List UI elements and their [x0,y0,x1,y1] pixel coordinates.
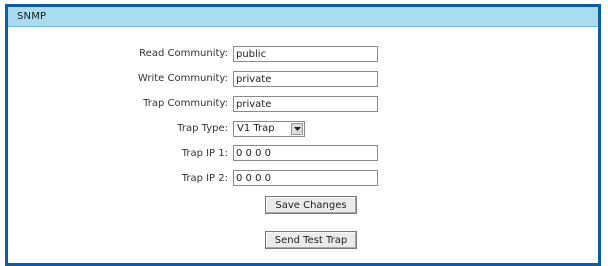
trap-community-input[interactable] [233,96,378,112]
write-community-input[interactable] [233,71,378,87]
panel-title: SNMP [8,7,598,27]
trap-community-label: Trap Community: [143,98,228,109]
save-changes-button[interactable]: Save Changes [265,196,357,214]
send-test-trap-button[interactable]: Send Test Trap [265,231,357,249]
trap-type-label: Trap Type: [177,123,228,134]
snmp-panel: SNMP Read Community: Write Community: Tr… [5,4,601,266]
trap-ip-2-label: Trap IP 2: [181,173,228,184]
write-community-label: Write Community: [137,73,228,84]
trap-ip-1-label: Trap IP 1: [181,148,228,159]
trap-type-select[interactable]: V1 Trap [233,121,305,137]
chevron-down-icon[interactable] [291,123,303,135]
trap-type-value: V1 Trap [237,123,275,134]
trap-ip-2-input[interactable] [233,170,378,186]
trap-ip-1-input[interactable] [233,145,378,161]
read-community-input[interactable] [233,46,378,62]
read-community-label: Read Community: [139,48,228,59]
